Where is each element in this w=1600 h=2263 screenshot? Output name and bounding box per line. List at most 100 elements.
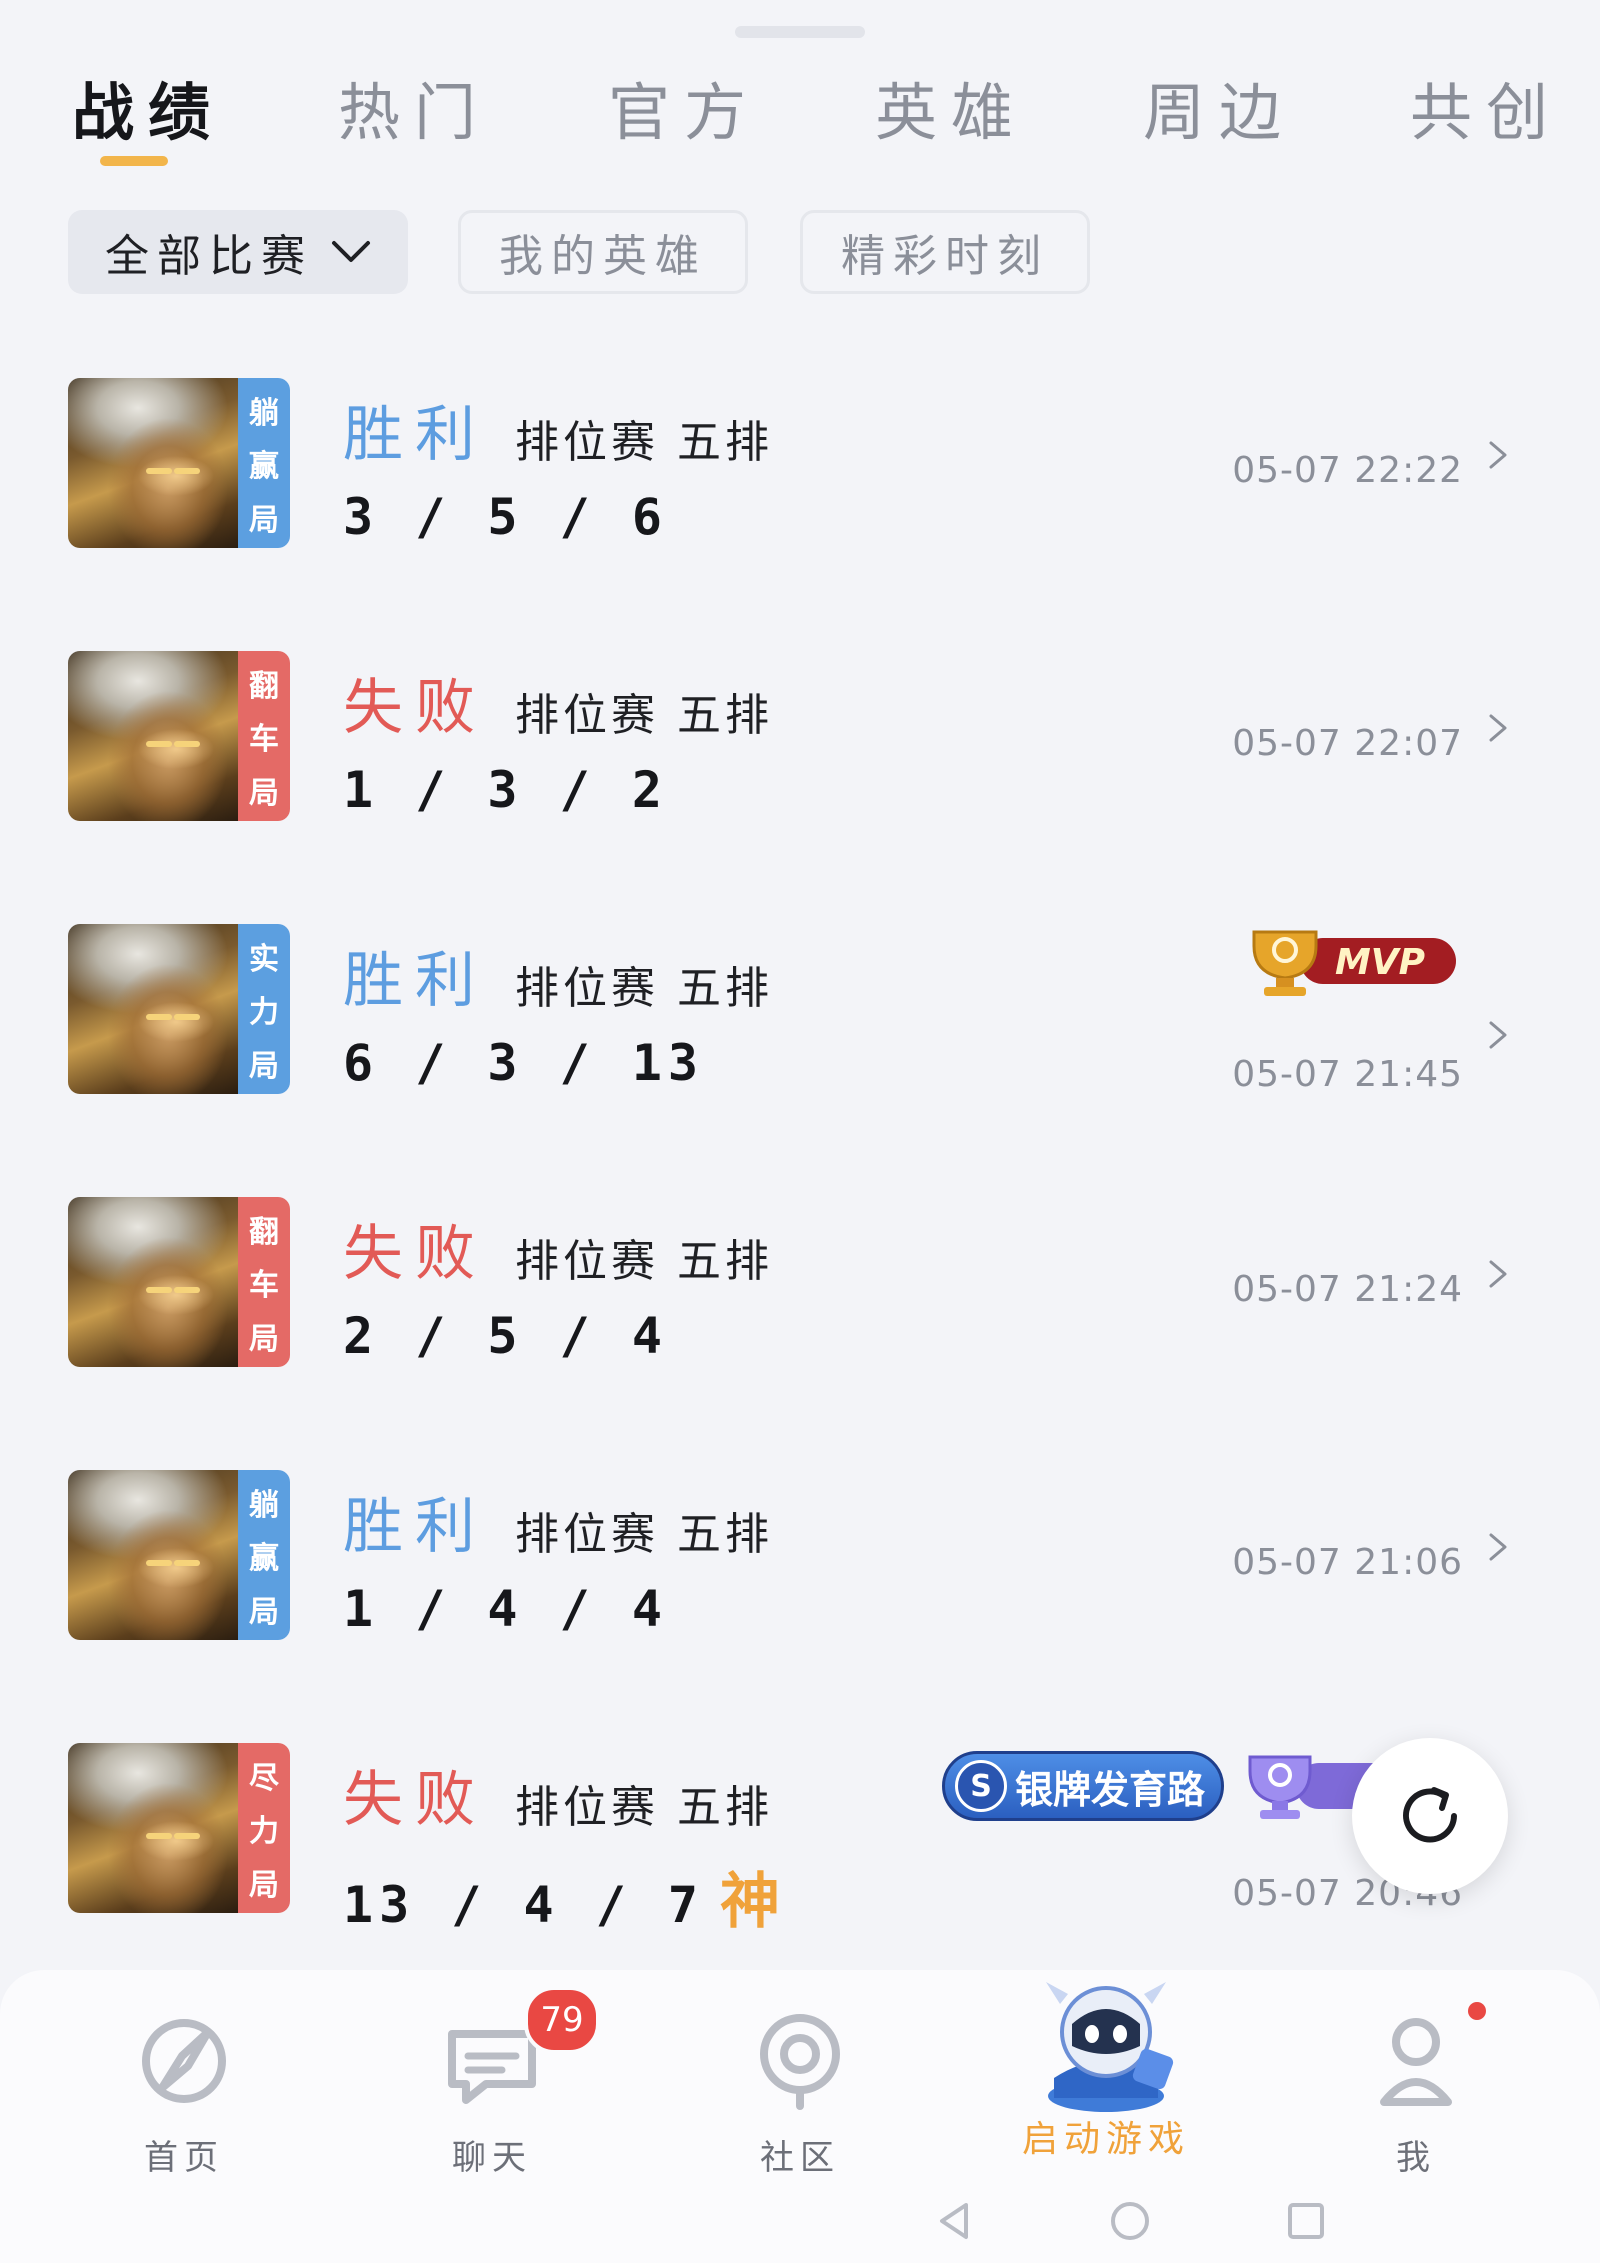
tag-char: 局 (249, 1867, 279, 1903)
match-tag: 尽 力 局 (238, 1743, 290, 1913)
nav-home[interactable]: 首页 (64, 2006, 304, 2179)
my-heroes-label: 我的英雄 (499, 231, 707, 282)
highlights-filter[interactable]: 精彩时刻 (800, 210, 1090, 294)
match-kda: 13 / 4 / 7 神 (343, 1853, 786, 1940)
recents-square-icon[interactable] (1286, 2201, 1326, 2241)
match-time: 05-07 21:24 (1232, 1269, 1463, 1310)
chevron-right-icon (1489, 441, 1507, 469)
home-circle-icon[interactable] (1110, 2201, 1150, 2241)
match-kda: 6 / 3 / 13 (343, 1034, 705, 1092)
tag-char: 实 (249, 941, 279, 977)
chevron-right-icon (1489, 1021, 1507, 1049)
match-time: 05-07 21:45 (1232, 1054, 1463, 1095)
tag-char: 翻 (249, 668, 279, 704)
nav-community-label: 社区 (760, 2138, 840, 2178)
hero-avatar: 躺 赢 局 (68, 378, 290, 548)
match-mode: 排位赛 五排 (515, 1509, 773, 1560)
tag-char: 躺 (249, 395, 279, 431)
hero-portrait (68, 1470, 240, 1640)
match-kda: 1 / 4 / 4 (343, 1580, 668, 1638)
tag-char: 赢 (249, 449, 279, 484)
match-tag: 翻 车 局 (238, 1197, 290, 1367)
tag-char: 赢 (249, 1541, 279, 1576)
hero-portrait (68, 1743, 240, 1913)
tab-hot[interactable]: 热门 (338, 62, 490, 152)
tag-char: 车 (249, 722, 279, 757)
tab-merch[interactable]: 周边 (1143, 62, 1295, 152)
robot-mascot-icon (1026, 1968, 1186, 2116)
all-matches-label: 全部比赛 (105, 231, 313, 282)
tab-heroes[interactable]: 英雄 (875, 62, 1027, 152)
tab-record[interactable]: 战绩 (72, 62, 224, 152)
silver-badge-label: 银牌发育路 (1015, 1767, 1206, 1812)
chevron-down-icon (331, 232, 371, 272)
chevron-right-icon (1489, 1260, 1507, 1288)
match-tag: 实 力 局 (238, 924, 290, 1094)
hero-avatar: 翻 车 局 (68, 1197, 290, 1367)
match-row[interactable]: 翻 车 局 失败 排位赛 五排 1 / 3 / 2 05-07 22:07 (0, 651, 1600, 831)
match-row[interactable]: 躺 赢 局 胜利 排位赛 五排 3 / 5 / 6 05-07 22:22 (0, 378, 1600, 558)
match-row[interactable]: 翻 车 局 失败 排位赛 五排 2 / 5 / 4 05-07 21:24 (0, 1197, 1600, 1377)
refresh-button[interactable] (1352, 1738, 1508, 1894)
match-mode: 排位赛 五排 (515, 1782, 773, 1833)
hero-portrait (68, 651, 240, 821)
tag-char: 躺 (249, 1487, 279, 1523)
tag-char: 力 (249, 1814, 279, 1849)
match-tag: 躺 赢 局 (238, 1470, 290, 1640)
chevron-right-icon (1489, 714, 1507, 742)
nav-me[interactable]: 我 (1296, 2002, 1536, 2179)
chevron-right-icon (1489, 1533, 1507, 1561)
match-row[interactable]: 躺 赢 局 胜利 排位赛 五排 1 / 4 / 4 05-07 21:06 (0, 1470, 1600, 1650)
nav-me-label: 我 (1396, 2138, 1436, 2178)
hero-portrait (68, 378, 240, 548)
tag-char: 车 (249, 1268, 279, 1303)
hero-avatar: 尽 力 局 (68, 1743, 290, 1913)
nav-community[interactable]: 社区 (680, 2006, 920, 2179)
match-mode: 排位赛 五排 (515, 1236, 773, 1287)
nav-chat-label: 聊天 (452, 2138, 532, 2178)
match-result: 失败 (343, 1765, 487, 1835)
match-mode: 排位赛 五排 (515, 690, 773, 741)
hero-avatar: 翻 车 局 (68, 651, 290, 821)
silver-badge: S 银牌发育路 (942, 1751, 1224, 1821)
nav-home-label: 首页 (144, 2138, 224, 2178)
silver-rank-icon: S (955, 1760, 1007, 1812)
match-tag: 躺 赢 局 (238, 378, 290, 548)
location-pin-icon (740, 2006, 860, 2116)
chat-bubble-icon: 79 (432, 1986, 600, 2116)
tab-official[interactable]: 官方 (608, 62, 760, 152)
refresh-icon (1403, 1787, 1457, 1843)
match-mode: 排位赛 五排 (515, 963, 773, 1014)
nav-chat[interactable]: 79 聊天 (372, 1986, 612, 2179)
match-kda: 1 / 3 / 2 (343, 761, 668, 819)
kda-value: 13 / 4 / 7 (343, 1876, 705, 1934)
person-icon (1356, 2002, 1486, 2116)
match-mode: 排位赛 五排 (515, 417, 773, 468)
match-time: 05-07 22:07 (1232, 723, 1463, 764)
back-triangle-icon[interactable] (934, 2201, 974, 2241)
match-result: 胜利 (343, 1492, 487, 1562)
tab-cocreate[interactable]: 共创 (1410, 62, 1562, 152)
tag-char: 尽 (249, 1760, 279, 1796)
nav-launch-label: 启动游戏 (1021, 2119, 1190, 2160)
match-kda: 2 / 5 / 4 (343, 1307, 668, 1365)
all-matches-dropdown[interactable]: 全部比赛 (68, 210, 408, 294)
top-tabs: 战绩 热门 官方 英雄 周边 共创 (0, 62, 1600, 172)
hero-avatar: 躺 赢 局 (68, 1470, 290, 1640)
highlights-label: 精彩时刻 (841, 231, 1049, 282)
match-row[interactable]: 实 力 局 胜利 排位赛 五排 6 / 3 / 13 MVP 05-07 21:… (0, 924, 1600, 1104)
mvp-badge: MVP (1252, 930, 1456, 996)
tag-char: 局 (249, 775, 279, 811)
sheet-handle[interactable] (735, 26, 865, 38)
system-nav-bar (0, 2195, 1600, 2245)
match-time: 05-07 21:06 (1232, 1542, 1463, 1583)
hero-portrait (68, 1197, 240, 1367)
match-kda: 3 / 5 / 6 (343, 488, 668, 546)
match-result: 胜利 (343, 400, 487, 470)
my-heroes-filter[interactable]: 我的英雄 (458, 210, 748, 294)
chat-unread-badge: 79 (524, 1986, 600, 2054)
hero-avatar: 实 力 局 (68, 924, 290, 1094)
tag-char: 局 (249, 1048, 279, 1084)
nav-launch-game[interactable]: 启动游戏 (986, 1968, 1226, 2162)
compass-icon (124, 2006, 244, 2116)
